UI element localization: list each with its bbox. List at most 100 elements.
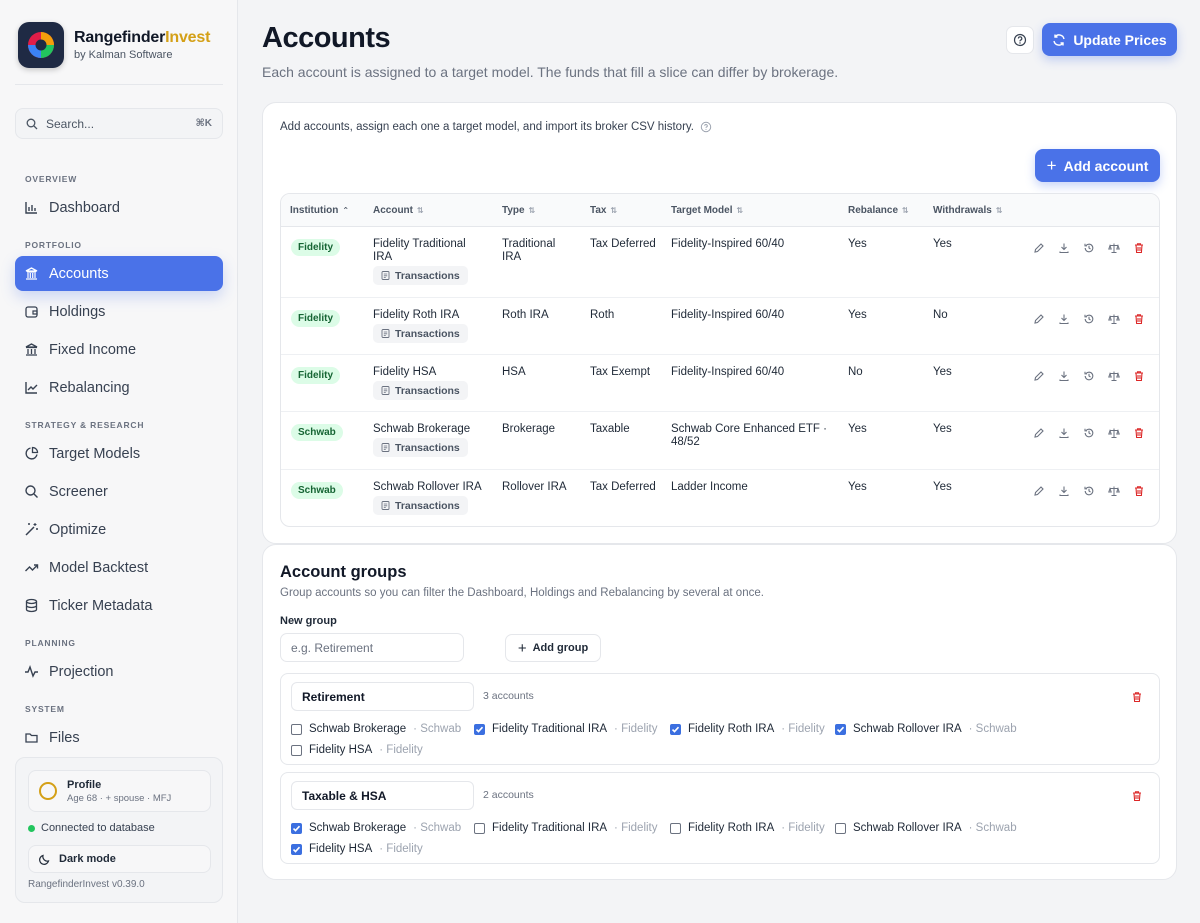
trash-icon[interactable] — [1132, 426, 1145, 439]
sidebar-item-model-backtest[interactable]: Model Backtest — [15, 550, 223, 585]
sidebar-item-accounts[interactable]: Accounts — [15, 256, 223, 291]
sidebar-item-fixed-income[interactable]: Fixed Income — [15, 332, 223, 367]
search-input[interactable]: Search... ⌘K — [15, 108, 223, 139]
sidebar-item-dashboard[interactable]: Dashboard — [15, 190, 223, 225]
column-header-rebalance[interactable]: Rebalance ⇅ — [848, 205, 909, 216]
checkbox-icon[interactable] — [835, 723, 846, 735]
scale-icon[interactable] — [1107, 369, 1120, 382]
trash-icon[interactable] — [1132, 484, 1145, 497]
account-type: Roth IRA — [502, 309, 549, 321]
transactions-button[interactable]: Transactions — [373, 381, 468, 400]
column-header-institution[interactable]: Institution ⌃ — [290, 205, 349, 216]
edit-icon[interactable] — [1032, 426, 1045, 439]
column-header-account[interactable]: Account ⇅ — [373, 205, 424, 216]
edit-icon[interactable] — [1032, 369, 1045, 382]
checkbox-icon[interactable] — [291, 723, 302, 735]
group-member-checkbox[interactable]: Fidelity HSA · Fidelity — [291, 843, 423, 855]
download-icon[interactable] — [1057, 312, 1070, 325]
account-name: Fidelity HSA — [373, 366, 437, 378]
scale-icon[interactable] — [1107, 484, 1120, 497]
sidebar-item-projection[interactable]: Projection — [15, 654, 223, 689]
target-model[interactable]: Fidelity-Inspired 60/40 — [671, 366, 836, 379]
add-group-button[interactable]: + Add group — [505, 634, 601, 662]
sidebar-item-rebalancing[interactable]: Rebalancing — [15, 370, 223, 405]
account-group-card: Retirement 3 accounts Schwab Brokerage · Sc… — [280, 673, 1160, 765]
profile-subtitle: Age 68 · + spouse · MFJ — [67, 792, 172, 804]
profile-button[interactable]: Profile Age 68 · + spouse · MFJ — [28, 770, 211, 812]
column-header-target-model[interactable]: Target Model ⇅ — [671, 205, 743, 216]
checkbox-icon[interactable] — [670, 822, 681, 834]
edit-icon[interactable] — [1032, 241, 1045, 254]
column-header-withdrawals[interactable]: Withdrawals ⇅ — [933, 205, 1003, 216]
sidebar-item-screener[interactable]: Screener — [15, 474, 223, 509]
trash-icon[interactable] — [1132, 241, 1145, 254]
magic-wand-icon — [25, 523, 38, 536]
group-name-input[interactable]: Retirement — [291, 682, 474, 711]
trash-icon[interactable] — [1132, 369, 1145, 382]
checkbox-icon[interactable] — [291, 843, 302, 855]
update-prices-button[interactable]: Update Prices — [1042, 23, 1177, 56]
add-group-label: Add group — [532, 642, 589, 654]
sidebar-item-ticker-metadata[interactable]: Ticker Metadata — [15, 588, 223, 623]
checkbox-icon[interactable] — [291, 744, 302, 756]
target-model[interactable]: Fidelity-Inspired 60/40 — [671, 238, 836, 251]
download-icon[interactable] — [1057, 369, 1070, 382]
download-icon[interactable] — [1057, 241, 1070, 254]
scale-icon[interactable] — [1107, 426, 1120, 439]
history-icon[interactable] — [1082, 369, 1095, 382]
target-model[interactable]: Schwab Core Enhanced ETF · 48/52 — [671, 423, 836, 449]
group-member-checkbox[interactable]: Fidelity HSA · Fidelity — [291, 744, 423, 756]
brand[interactable]: RangefinderInvest by Kalman Software — [18, 22, 210, 68]
column-header-type[interactable]: Type ⇅ — [502, 205, 535, 216]
group-member-checkbox[interactable]: Schwab Rollover IRA · Schwab — [835, 822, 1017, 834]
accounts-panel: Add accounts, assign each one a target m… — [262, 102, 1177, 544]
download-icon[interactable] — [1057, 484, 1070, 497]
checkbox-icon[interactable] — [835, 822, 846, 834]
plus-icon: + — [1046, 156, 1057, 175]
sidebar-item-files[interactable]: Files — [15, 720, 223, 744]
trash-icon[interactable] — [1131, 690, 1143, 708]
group-member-checkbox[interactable]: Schwab Brokerage · Schwab — [291, 723, 461, 735]
dark-mode-toggle[interactable]: Dark mode — [28, 845, 211, 873]
group-member-checkbox[interactable]: Fidelity Traditional IRA · Fidelity — [474, 723, 658, 735]
group-member-checkbox[interactable]: Fidelity Traditional IRA · Fidelity — [474, 822, 658, 834]
edit-icon[interactable] — [1032, 312, 1045, 325]
checkbox-icon[interactable] — [291, 822, 302, 834]
transactions-button[interactable]: Transactions — [373, 496, 468, 515]
sidebar-item-optimize[interactable]: Optimize — [15, 512, 223, 547]
target-model[interactable]: Ladder Income — [671, 481, 836, 494]
history-icon[interactable] — [1082, 484, 1095, 497]
download-icon[interactable] — [1057, 426, 1070, 439]
trash-icon[interactable] — [1132, 312, 1145, 325]
scale-icon[interactable] — [1107, 241, 1120, 254]
help-circle-icon[interactable] — [700, 121, 712, 133]
edit-icon[interactable] — [1032, 484, 1045, 497]
groups-subtitle: Group accounts so you can filter the Das… — [280, 587, 764, 599]
history-icon[interactable] — [1082, 241, 1095, 254]
wallet-icon — [25, 306, 38, 318]
sidebar-item-label: Rebalancing — [49, 379, 130, 396]
add-account-button[interactable]: + Add account — [1035, 149, 1160, 182]
checkbox-icon[interactable] — [474, 723, 485, 735]
sidebar-item-holdings[interactable]: Holdings — [15, 294, 223, 329]
history-icon[interactable] — [1082, 426, 1095, 439]
transactions-label: Transactions — [395, 499, 460, 512]
checkbox-icon[interactable] — [474, 822, 485, 834]
transactions-button[interactable]: Transactions — [373, 266, 468, 285]
transactions-button[interactable]: Transactions — [373, 438, 468, 457]
sidebar-item-target-models[interactable]: Target Models — [15, 436, 223, 471]
target-model[interactable]: Fidelity-Inspired 60/40 — [671, 309, 836, 322]
group-member-checkbox[interactable]: Schwab Brokerage · Schwab — [291, 822, 461, 834]
new-group-input[interactable] — [280, 633, 464, 662]
help-button[interactable] — [1006, 26, 1034, 54]
scale-icon[interactable] — [1107, 312, 1120, 325]
group-member-checkbox[interactable]: Fidelity Roth IRA · Fidelity — [670, 723, 825, 735]
group-name-input[interactable]: Taxable & HSA — [291, 781, 474, 810]
trash-icon[interactable] — [1131, 789, 1143, 807]
checkbox-icon[interactable] — [670, 723, 681, 735]
history-icon[interactable] — [1082, 312, 1095, 325]
group-member-checkbox[interactable]: Schwab Rollover IRA · Schwab — [835, 723, 1017, 735]
group-member-checkbox[interactable]: Fidelity Roth IRA · Fidelity — [670, 822, 825, 834]
transactions-button[interactable]: Transactions — [373, 324, 468, 343]
column-header-tax[interactable]: Tax ⇅ — [590, 205, 617, 216]
